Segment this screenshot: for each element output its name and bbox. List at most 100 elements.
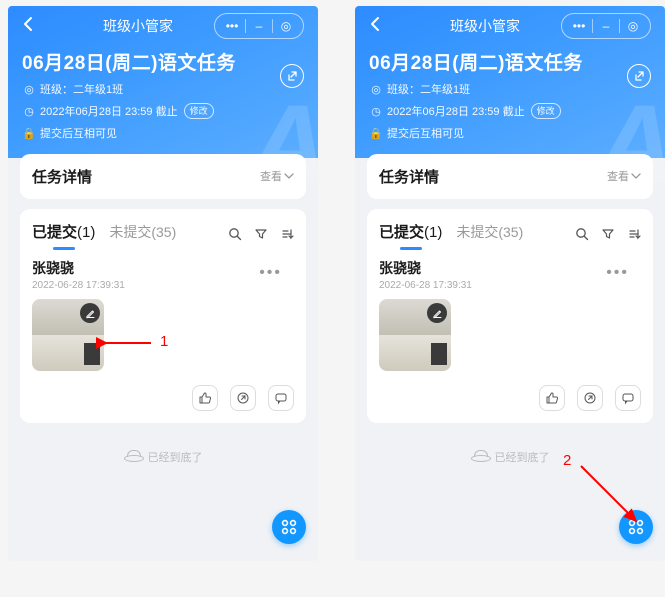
- tab-unsubmitted-label: 未提交(35): [109, 224, 176, 240]
- edit-badge[interactable]: [427, 303, 447, 323]
- tab-unsubmitted[interactable]: 未提交(35): [109, 222, 176, 250]
- ufo-icon: [471, 450, 489, 464]
- end-text: 已经到底了: [148, 449, 203, 465]
- details-title: 任务详情: [32, 166, 294, 187]
- filter-icon[interactable]: [254, 227, 268, 244]
- comment-button[interactable]: [615, 385, 641, 411]
- action-row: [32, 385, 294, 411]
- sort-icon[interactable]: [627, 227, 641, 244]
- deadline-row: ◷ 2022年06月28日 23:59 截止 修改: [22, 103, 304, 119]
- submission-thumbnail[interactable]: [32, 299, 104, 371]
- more-icon[interactable]: •••: [568, 19, 590, 33]
- filter-icon[interactable]: [601, 227, 615, 244]
- lock-icon: 🔒: [22, 127, 36, 140]
- view-details-link[interactable]: 查看: [260, 168, 294, 184]
- end-text: 已经到底了: [495, 449, 550, 465]
- like-button[interactable]: [539, 385, 565, 411]
- search-icon[interactable]: [575, 227, 589, 244]
- mini-program-controls: ••• – ◎: [214, 13, 304, 39]
- divider: [245, 19, 246, 33]
- share-action-button[interactable]: [230, 385, 256, 411]
- tabs: 已提交(1) 未提交(35): [379, 221, 641, 250]
- tab-submitted-count: (1): [77, 224, 95, 241]
- divider: [592, 19, 593, 33]
- divider: [619, 19, 620, 33]
- close-icon[interactable]: ◎: [622, 19, 644, 33]
- tab-submitted-label: 已提交: [379, 224, 424, 241]
- minimize-icon[interactable]: –: [595, 19, 617, 33]
- topbar: 班级小管家 ••• – ◎: [369, 6, 651, 46]
- class-row: ◎ 班级： 二年级1班: [22, 81, 304, 97]
- class-value: 二年级1班: [420, 81, 470, 97]
- view-details-link[interactable]: 查看: [607, 168, 641, 184]
- close-icon[interactable]: ◎: [275, 19, 297, 33]
- modify-button[interactable]: 修改: [184, 103, 214, 119]
- task-title: 06月28日(周二)语文任务: [22, 48, 304, 75]
- visibility-text: 提交后互相可见: [387, 125, 464, 141]
- visibility-row: 🔒 提交后互相可见: [22, 125, 304, 141]
- tab-submitted[interactable]: 已提交(1): [379, 221, 442, 250]
- deadline-row: ◷ 2022年06月28日 23:59 截止 修改: [369, 103, 651, 119]
- submissions-card: 已提交(1) 未提交(35) 张骁骁 2022-06-28 17:39:31 •…: [367, 209, 653, 423]
- tab-unsubmitted[interactable]: 未提交(35): [456, 222, 523, 250]
- submission-time: 2022-06-28 17:39:31: [379, 280, 641, 291]
- back-button[interactable]: [22, 16, 62, 37]
- submission-more-button[interactable]: •••: [259, 264, 282, 282]
- grid-icon: [280, 518, 298, 536]
- header: 班级小管家 ••• – ◎ A 06月28日(周二)语文任务 ◎ 班级： 二年级…: [8, 6, 318, 158]
- chevron-left-icon: [369, 16, 380, 32]
- more-icon[interactable]: •••: [221, 19, 243, 33]
- minimize-icon[interactable]: –: [248, 19, 270, 33]
- submission-thumbnail[interactable]: [379, 299, 451, 371]
- back-button[interactable]: [369, 16, 409, 37]
- share-out-icon: [583, 391, 597, 405]
- comment-button[interactable]: [268, 385, 294, 411]
- chevron-down-icon: [284, 172, 294, 180]
- share-out-icon: [236, 391, 250, 405]
- tabs: 已提交(1) 未提交(35): [32, 221, 294, 250]
- deadline-text: 2022年06月28日 23:59 截止: [40, 103, 178, 119]
- tab-tools: [228, 227, 294, 244]
- chevron-down-icon: [631, 172, 641, 180]
- sort-icon[interactable]: [280, 227, 294, 244]
- tab-unsubmitted-label: 未提交(35): [456, 224, 523, 240]
- deadline-text: 2022年06月28日 23:59 截止: [387, 103, 525, 119]
- phone-screen-left: 班级小管家 ••• – ◎ A 06月28日(周二)语文任务 ◎ 班级： 二年级…: [8, 6, 318, 561]
- search-icon[interactable]: [228, 227, 242, 244]
- chat-icon: [621, 391, 635, 405]
- submissions-card: 已提交(1) 未提交(35) 张骁骁 2022-06-28 17:39:31 •…: [20, 209, 306, 423]
- tab-submitted-count: (1): [424, 224, 442, 241]
- thumbs-up-icon: [198, 391, 212, 405]
- submission-time: 2022-06-28 17:39:31: [32, 280, 294, 291]
- task-details-card: 任务详情 查看: [20, 154, 306, 199]
- mini-program-controls: ••• – ◎: [561, 13, 651, 39]
- submission-more-button[interactable]: •••: [606, 264, 629, 282]
- student-name: 张骁骁: [379, 258, 641, 278]
- ufo-icon: [124, 450, 142, 464]
- tab-tools: [575, 227, 641, 244]
- modify-button[interactable]: 修改: [531, 103, 561, 119]
- edit-badge[interactable]: [80, 303, 100, 323]
- lock-icon: 🔒: [369, 127, 383, 140]
- like-button[interactable]: [192, 385, 218, 411]
- pencil-icon: [85, 308, 96, 319]
- share-action-button[interactable]: [577, 385, 603, 411]
- class-value: 二年级1班: [73, 81, 123, 97]
- fab-button[interactable]: [272, 510, 306, 544]
- student-name: 张骁骁: [32, 258, 294, 278]
- pencil-icon: [432, 308, 443, 319]
- topbar: 班级小管家 ••• – ◎: [22, 6, 304, 46]
- class-label: 班级：: [40, 81, 73, 97]
- phone-screen-right: 班级小管家 ••• – ◎ A 06月28日(周二)语文任务 ◎ 班级： 二年级…: [355, 6, 665, 561]
- tab-submitted-label: 已提交: [32, 224, 77, 241]
- action-row: [379, 385, 641, 411]
- visibility-row: 🔒 提交后互相可见: [369, 125, 651, 141]
- tab-submitted[interactable]: 已提交(1): [32, 221, 95, 250]
- clock-icon: ◷: [22, 105, 36, 118]
- clock-icon: ◷: [369, 105, 383, 118]
- chevron-left-icon: [22, 16, 33, 32]
- class-row: ◎ 班级： 二年级1班: [369, 81, 651, 97]
- thumbs-up-icon: [545, 391, 559, 405]
- fab-button[interactable]: [619, 510, 653, 544]
- grid-icon: [627, 518, 645, 536]
